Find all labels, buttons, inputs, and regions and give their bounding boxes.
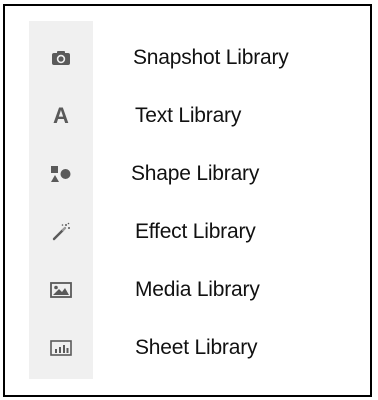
magic-wand-icon	[29, 203, 93, 261]
menu-item-label: Snapshot Library	[133, 46, 289, 69]
text-icon: A	[29, 87, 93, 145]
image-icon	[29, 261, 93, 319]
shapes-icon	[29, 145, 93, 203]
menu-item-label: Text Library	[135, 104, 242, 127]
menu-item-sheet-library[interactable]: Sheet Library	[29, 319, 349, 377]
menu-item-label: Shape Library	[131, 162, 260, 185]
menu-item-media-library[interactable]: Media Library	[29, 261, 349, 319]
menu-item-effect-library[interactable]: Effect Library	[29, 203, 349, 261]
menu-item-label: Media Library	[135, 278, 260, 301]
library-menu: Snapshot Library A Text Library Shape Li…	[29, 29, 349, 377]
camera-icon	[29, 29, 93, 87]
menu-item-label: Effect Library	[135, 220, 256, 243]
text-icon-glyph: A	[53, 103, 69, 128]
chart-sheet-icon	[29, 319, 93, 377]
menu-item-shape-library[interactable]: Shape Library	[29, 145, 349, 203]
menu-item-text-library[interactable]: A Text Library	[29, 87, 349, 145]
menu-item-snapshot-library[interactable]: Snapshot Library	[29, 29, 349, 87]
menu-item-label: Sheet Library	[135, 336, 258, 359]
